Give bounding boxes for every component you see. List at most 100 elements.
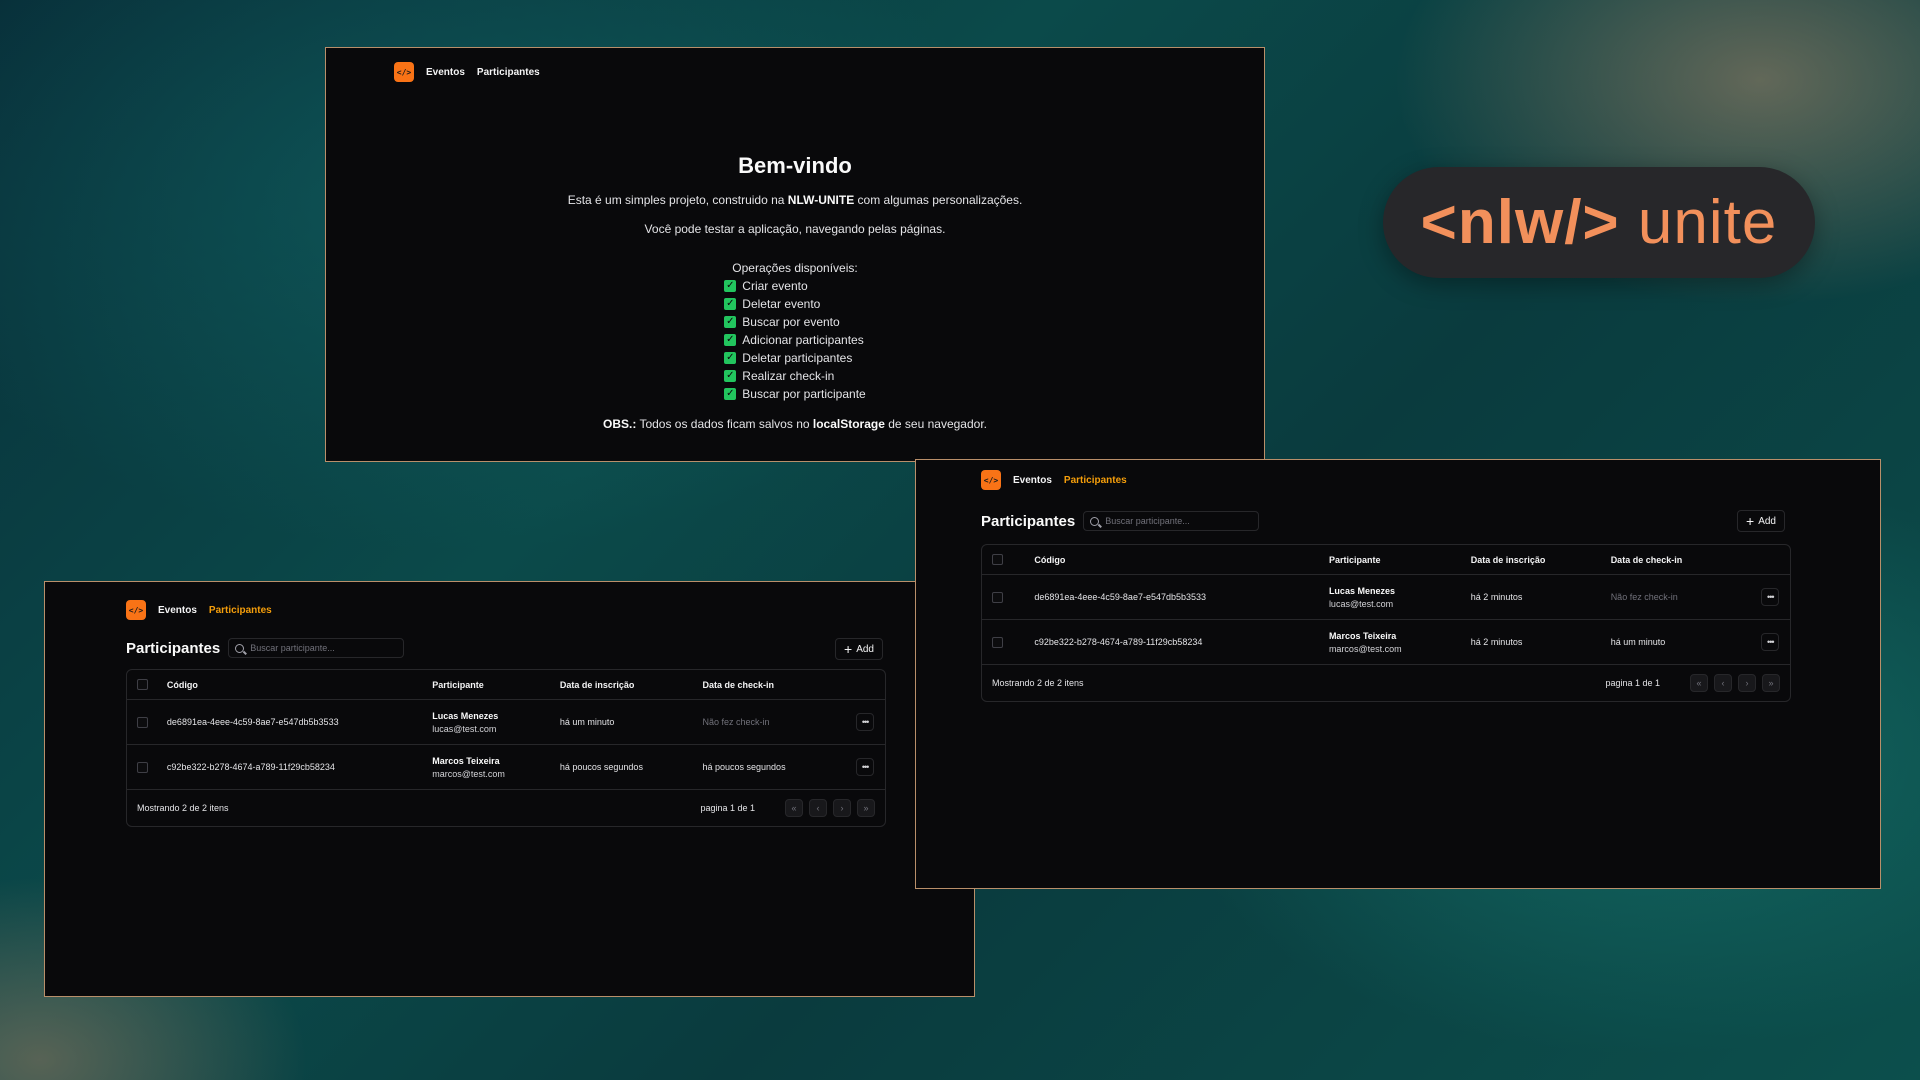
row-checkbox[interactable]	[137, 761, 148, 773]
table-header: Código Participante Data de inscrição Data …	[127, 670, 885, 700]
participants-table: Código Participante Data de inscrição Data …	[126, 669, 886, 827]
welcome-window: </> Eventos Participantes Bem-vindo Esta…	[325, 47, 1265, 462]
checkin-date: há um minuto	[1610, 637, 1666, 647]
column-header: Data de inscrição	[559, 679, 635, 690]
row-actions-cell: •••	[845, 713, 885, 731]
search-box[interactable]	[228, 638, 405, 658]
last-page-icon[interactable]: »	[1762, 674, 1780, 692]
page-title: Participantes	[126, 639, 221, 657]
row-actions-cell: •••	[1751, 633, 1790, 651]
participants-window-left: </> Eventos Participantes Participantes …	[44, 581, 975, 997]
check-icon: ✓	[724, 316, 737, 328]
row-checkbox[interactable]	[992, 636, 1003, 648]
logo-icon[interactable]: </>	[981, 470, 1001, 490]
participant-name: Marcos Teixeira	[432, 755, 500, 766]
nav-link-eventos[interactable]: Eventos	[158, 605, 197, 616]
last-page-icon[interactable]: »	[857, 799, 875, 817]
column-header: Código	[1034, 554, 1066, 565]
participant-email: marcos@test.com	[432, 768, 505, 779]
add-button[interactable]: + Add	[835, 638, 883, 660]
ops-title: Operações disponíveis:	[732, 261, 858, 275]
op-label: Criar evento	[742, 279, 808, 293]
signup-date: há 2 minutos	[1470, 592, 1523, 602]
more-options-icon[interactable]: •••	[856, 713, 875, 731]
participants-table: Código Participante Data de inscrição Data …	[981, 544, 1791, 702]
first-page-icon[interactable]: «	[785, 799, 803, 817]
table-row: c92be322-b278-4674-a789-11f29cb58234 Marc…	[127, 745, 885, 790]
pagination: pagina 1 de 1 « ‹ › »	[700, 799, 875, 817]
op-label: Deletar evento	[742, 297, 821, 311]
next-page-icon[interactable]: ›	[833, 799, 851, 817]
op-label: Buscar por evento	[742, 315, 840, 329]
right-nav: </> Eventos Participantes	[981, 470, 1127, 490]
table-row: de6891ea-4eee-4c59-8ae7-e547db5b3533 Luca…	[127, 700, 885, 745]
nav-link-eventos[interactable]: Eventos	[426, 67, 465, 78]
next-page-icon[interactable]: ›	[1738, 674, 1756, 692]
participant-email: lucas@test.com	[432, 723, 497, 734]
nav-link-participantes[interactable]: Participantes	[1064, 475, 1127, 486]
first-page-icon[interactable]: «	[1690, 674, 1708, 692]
table-footer: Mostrando 2 de 2 itens pagina 1 de 1 « ‹ › »	[127, 790, 885, 826]
row-checkbox[interactable]	[992, 591, 1003, 603]
logo-icon[interactable]: </>	[126, 600, 146, 620]
pagination: pagina 1 de 1 « ‹ › »	[1605, 674, 1780, 692]
add-button[interactable]: + Add	[1737, 510, 1785, 532]
op-label: Deletar participantes	[742, 351, 853, 365]
obs-text: Todos os dados ficam salvos no	[636, 417, 813, 431]
items-count: Mostrando 2 de 2 itens	[992, 678, 1084, 688]
op-item: ✓ Adicionar participantes	[724, 331, 865, 349]
items-count: Mostrando 2 de 2 itens	[137, 803, 229, 813]
left-header: Participantes	[126, 638, 405, 658]
search-input[interactable]	[250, 643, 391, 653]
welcome-hint: Você pode testar a aplicação, navegando …	[644, 222, 946, 236]
table-footer: Mostrando 2 de 2 itens pagina 1 de 1 « ‹ › »	[982, 665, 1790, 701]
add-label: Add	[1758, 515, 1776, 527]
row-actions-cell: •••	[1751, 588, 1790, 606]
brand-suffix: unite	[1619, 188, 1778, 257]
signup-date: há poucos segundos	[559, 762, 643, 772]
column-header: Código	[166, 679, 198, 690]
right-header: Participantes	[981, 511, 1260, 531]
obs-note: OBS.: Todos os dados ficam salvos no loc…	[326, 417, 1264, 431]
left-nav: </> Eventos Participantes	[126, 600, 272, 620]
participant-code: c92be322-b278-4674-a789-11f29cb58234	[166, 762, 335, 772]
prev-page-icon[interactable]: ‹	[1714, 674, 1732, 692]
checkin-date: há poucos segundos	[702, 762, 786, 772]
participant-code: de6891ea-4eee-4c59-8ae7-e547db5b3533	[166, 717, 339, 727]
row-checkbox[interactable]	[137, 716, 148, 728]
signup-date: há 2 minutos	[1470, 637, 1523, 647]
select-all-checkbox[interactable]	[992, 554, 1003, 565]
logo-icon[interactable]: </>	[394, 62, 414, 82]
op-label: Adicionar participantes	[742, 333, 864, 347]
column-header: Data de inscrição	[1470, 554, 1546, 565]
more-options-icon[interactable]: •••	[1761, 588, 1780, 606]
row-checkbox-cell	[127, 716, 167, 728]
more-options-icon[interactable]: •••	[1761, 633, 1780, 651]
plus-icon: +	[844, 641, 853, 657]
check-icon: ✓	[724, 370, 737, 382]
op-item: ✓ Buscar por evento	[724, 313, 865, 331]
signup-date: há um minuto	[559, 717, 615, 727]
row-checkbox-cell	[982, 636, 1034, 648]
nav-link-participantes[interactable]: Participantes	[477, 67, 540, 78]
table-header: Código Participante Data de inscrição Data …	[982, 545, 1790, 575]
plus-icon: +	[1746, 513, 1755, 529]
prev-page-icon[interactable]: ‹	[809, 799, 827, 817]
header-checkbox-cell	[127, 679, 167, 690]
check-icon: ✓	[724, 298, 737, 310]
nav-link-eventos[interactable]: Eventos	[1013, 475, 1052, 486]
participant-code: c92be322-b278-4674-a789-11f29cb58234	[1034, 637, 1203, 647]
search-box[interactable]	[1083, 511, 1260, 531]
search-input[interactable]	[1105, 516, 1246, 526]
nav-link-participantes[interactable]: Participantes	[209, 605, 272, 616]
table-row: c92be322-b278-4674-a789-11f29cb58234 Marc…	[982, 620, 1790, 665]
more-options-icon[interactable]: •••	[856, 758, 875, 776]
ops-list: ✓ Criar evento ✓ Deletar evento ✓ Buscar por …	[724, 277, 866, 403]
select-all-checkbox[interactable]	[137, 679, 148, 690]
obs-text-end: de seu navegador.	[884, 417, 987, 431]
brand-logo-text: <nlw/> unite	[1421, 187, 1778, 258]
brand-pill: <nlw/> unite	[1383, 167, 1815, 278]
check-icon: ✓	[724, 280, 737, 292]
page-info: pagina 1 de 1	[1605, 678, 1660, 688]
op-item: ✓ Criar evento	[724, 277, 865, 295]
